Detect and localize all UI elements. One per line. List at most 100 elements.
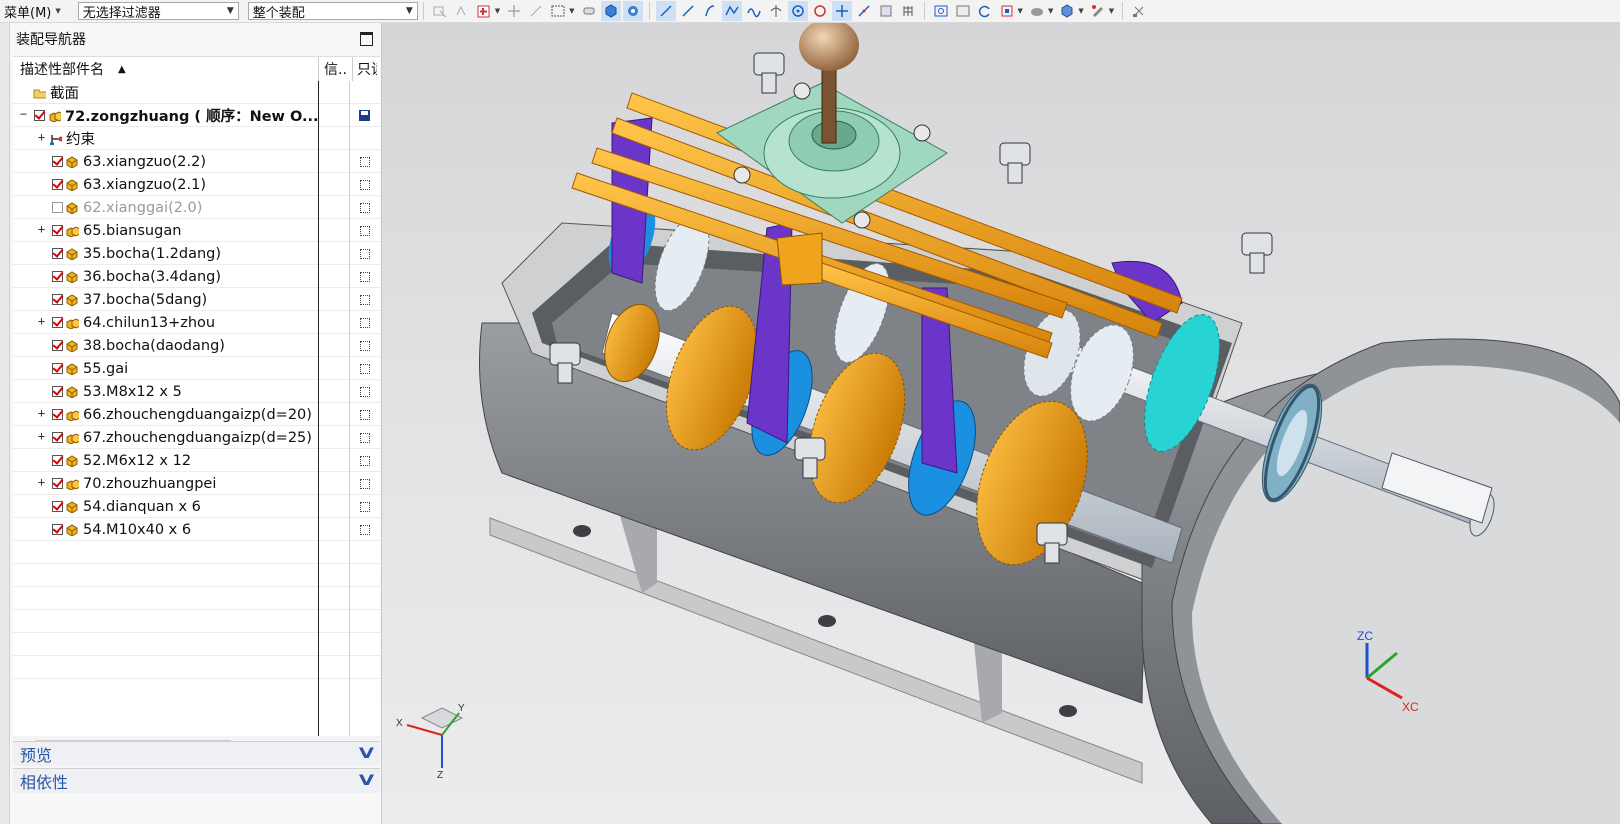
selection-filter-dropdown[interactable]: 无选择过滤器 ▼ (77, 2, 239, 21)
tree-row[interactable]: 63.xiangzuo(2.2) (13, 150, 380, 173)
tree-row[interactable]: 62.xianggai(2.0) (13, 196, 380, 219)
visibility-checkbox[interactable] (52, 248, 63, 259)
readonly-checkbox[interactable] (359, 225, 370, 236)
readonly-cell[interactable] (349, 449, 380, 472)
arc-point-icon[interactable] (810, 1, 830, 21)
point-icon[interactable] (831, 1, 852, 21)
tree-row[interactable]: +70.zhouzhuangpei (13, 472, 380, 495)
readonly-checkbox[interactable] (359, 271, 370, 282)
visibility-checkbox[interactable] (52, 294, 63, 305)
visibility-checkbox[interactable] (52, 271, 63, 282)
visibility-checkbox[interactable] (52, 202, 63, 213)
visibility-checkbox[interactable] (52, 501, 63, 512)
move-icon[interactable] (504, 1, 524, 21)
readonly-cell[interactable] (349, 196, 380, 219)
readonly-checkbox[interactable] (359, 501, 370, 512)
visibility-checkbox[interactable] (52, 478, 63, 489)
tree-row[interactable]: 55.gai (13, 357, 380, 380)
assembly-scope-dropdown[interactable]: 整个装配 ▼ (247, 2, 418, 21)
polyline-icon[interactable] (721, 1, 742, 21)
readonly-checkbox[interactable] (359, 202, 370, 213)
tree-row[interactable]: +64.chilun13+zhou (13, 311, 380, 334)
tree-row[interactable]: 38.bocha(daodang) (13, 334, 380, 357)
curve-icon[interactable] (700, 1, 720, 21)
readonly-checkbox[interactable] (359, 294, 370, 305)
readonly-cell[interactable] (349, 403, 380, 426)
tree-row[interactable]: + 约束 (13, 127, 380, 150)
line-icon[interactable] (655, 1, 676, 21)
readonly-checkbox[interactable] (359, 156, 370, 167)
readonly-cell[interactable] (349, 334, 380, 357)
body-cube-icon[interactable] (600, 1, 621, 21)
box-select-icon[interactable] (548, 1, 568, 21)
menu-button[interactable]: 菜单(M) ▼ (0, 0, 68, 22)
readonly-cell[interactable] (349, 518, 380, 541)
readonly-cell[interactable] (349, 265, 380, 288)
customize-icon[interactable] (1129, 1, 1149, 21)
readonly-checkbox[interactable] (359, 179, 370, 190)
visibility-checkbox[interactable] (34, 110, 45, 121)
readonly-cell[interactable] (349, 311, 380, 334)
measure-icon[interactable] (876, 1, 896, 21)
readonly-checkbox[interactable] (359, 409, 370, 420)
intersection-icon[interactable] (766, 1, 786, 21)
tree-row[interactable]: 53.M8x12 x 5 (13, 380, 380, 403)
visibility-checkbox[interactable] (52, 524, 63, 535)
expand-icon[interactable]: + (37, 407, 46, 419)
tree-row[interactable]: 35.bocha(1.2dang) (13, 242, 380, 265)
maximize-icon[interactable] (360, 32, 373, 46)
tree-row[interactable]: 63.xiangzuo(2.1) (13, 173, 380, 196)
expand-icon[interactable]: + (37, 430, 46, 442)
chevron-down-icon[interactable]: V (359, 746, 374, 762)
center-point-icon[interactable] (787, 1, 808, 21)
column-header-name[interactable]: 描述性部件名 ▲ (13, 57, 319, 81)
tree-row[interactable]: +66.zhouchengduangaizp(d=20) (13, 403, 380, 426)
column-header-info[interactable]: 信.. (319, 57, 353, 81)
visibility-checkbox[interactable] (52, 225, 63, 236)
expand-icon[interactable]: + (37, 315, 46, 327)
rotate-icon[interactable] (975, 1, 995, 21)
readonly-cell[interactable] (349, 288, 380, 311)
tree-row[interactable]: +67.zhouchengduangaizp(d=25) (13, 426, 380, 449)
visibility-checkbox[interactable] (52, 317, 63, 328)
tree-row[interactable]: 54.dianquan x 6 (13, 495, 380, 518)
select-feature-icon[interactable] (452, 1, 472, 21)
tree-row[interactable]: 36.bocha(3.4dang) (13, 265, 380, 288)
chevron-down-icon[interactable]: ▼ (1109, 7, 1114, 15)
collapse-icon[interactable]: − (19, 108, 28, 120)
visibility-checkbox[interactable] (52, 409, 63, 420)
shaded-cube-icon[interactable] (1057, 1, 1077, 21)
readonly-checkbox[interactable] (359, 478, 370, 489)
chevron-down-icon[interactable]: V (359, 773, 374, 789)
line-alt-icon[interactable] (678, 1, 698, 21)
chevron-down-icon[interactable]: ▼ (1078, 7, 1083, 15)
chevron-down-icon[interactable]: ▼ (569, 7, 574, 15)
readonly-cell[interactable] (349, 242, 380, 265)
readonly-checkbox[interactable] (359, 386, 370, 397)
tree-row[interactable]: 52.M6x12 x 12 (13, 449, 380, 472)
visibility-checkbox[interactable] (52, 386, 63, 397)
gearbox-model[interactable]: ZC XC X Y Z (382, 23, 1620, 824)
readonly-checkbox[interactable] (359, 248, 370, 259)
readonly-cell[interactable] (349, 426, 380, 449)
visibility-checkbox[interactable] (52, 432, 63, 443)
preview-section[interactable]: 预览 V (13, 741, 380, 766)
readonly-cell[interactable] (349, 150, 380, 173)
tree-row[interactable]: 54.M10x40 x 6 (13, 518, 380, 541)
select-component-icon[interactable] (430, 1, 450, 21)
readonly-cell[interactable] (349, 219, 380, 242)
visibility-checkbox[interactable] (52, 340, 63, 351)
expand-icon[interactable]: + (37, 131, 46, 143)
visibility-checkbox[interactable] (52, 455, 63, 466)
snap-icon[interactable] (526, 1, 546, 21)
visibility-checkbox[interactable] (52, 179, 63, 190)
dependency-section[interactable]: 相依性 V (13, 768, 380, 793)
readonly-checkbox[interactable] (359, 317, 370, 328)
tree-row[interactable]: +65.biansugan (13, 219, 380, 242)
readonly-cell[interactable] (349, 472, 380, 495)
grid-icon[interactable] (898, 1, 918, 21)
face-select-icon[interactable] (622, 1, 643, 21)
readonly-cell[interactable] (349, 173, 380, 196)
orient-view-icon[interactable] (997, 1, 1017, 21)
visibility-checkbox[interactable] (52, 156, 63, 167)
